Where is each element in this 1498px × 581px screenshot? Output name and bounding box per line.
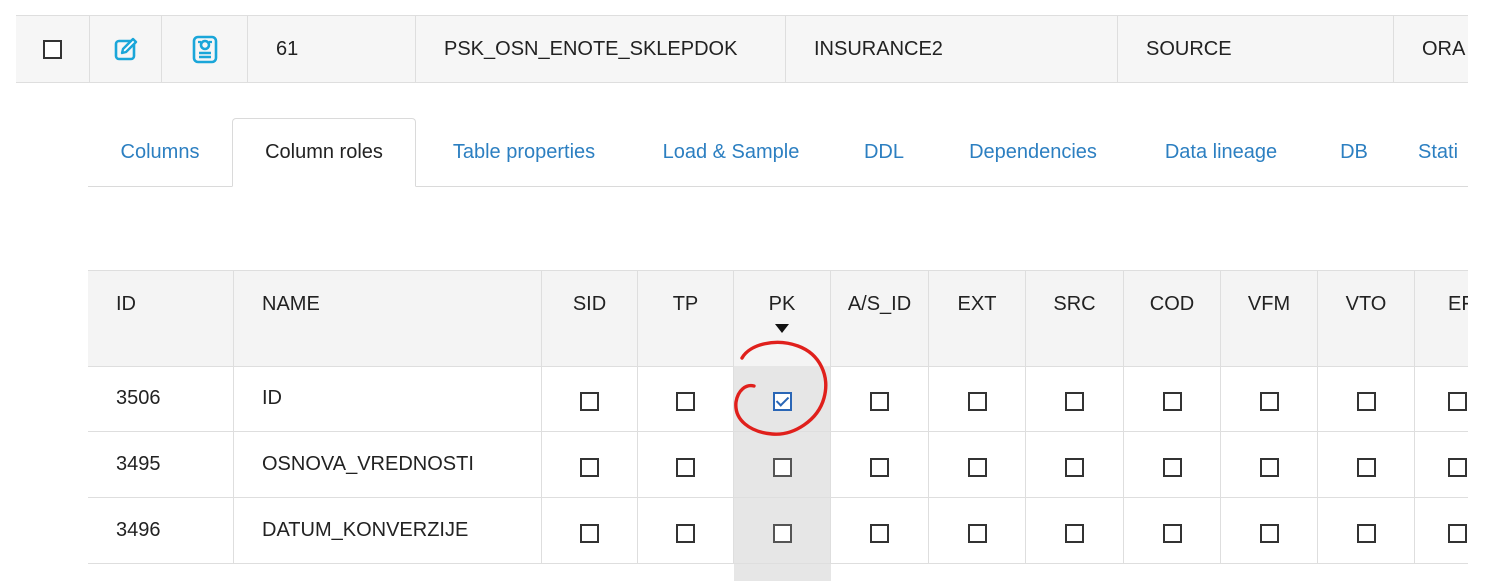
cod-checkbox[interactable] — [1162, 392, 1182, 411]
header-pk[interactable]: PK — [734, 271, 831, 366]
tp-checkbox[interactable] — [676, 392, 695, 411]
table-name: PSK_OSN_ENOTE_SKLEPDOK — [444, 37, 738, 60]
ef-checkbox[interactable] — [1448, 524, 1467, 543]
db-name: ORA — [1422, 37, 1466, 60]
db-cell: ORA — [1394, 16, 1468, 82]
tp-checkbox[interactable] — [676, 524, 695, 543]
as-id-checkbox[interactable] — [870, 458, 889, 477]
pk-checkbox[interactable] — [772, 458, 792, 477]
schema-cell: INSURANCE2 — [786, 16, 1118, 82]
vfm-checkbox[interactable] — [1259, 524, 1279, 543]
table-type: SOURCE — [1146, 37, 1232, 60]
profile-card-icon[interactable] — [190, 34, 220, 64]
row-name: OSNOVA_VREDNOSTI — [234, 432, 542, 497]
table-id: 61 — [276, 37, 299, 60]
ext-checkbox[interactable] — [967, 392, 987, 411]
header-pk-label: PK — [768, 293, 796, 315]
column-roles-grid: ID NAME SID TP PK A/S_ID EXT SRC COD VFM… — [88, 270, 1468, 581]
ext-checkbox[interactable] — [967, 458, 987, 477]
vfm-checkbox[interactable] — [1259, 392, 1279, 411]
ef-checkbox[interactable] — [1448, 392, 1467, 411]
table-row: 3495 OSNOVA_VREDNOSTI — [88, 432, 1468, 498]
schema-name: INSURANCE2 — [814, 37, 943, 60]
header-id[interactable]: ID — [88, 271, 234, 366]
sid-checkbox[interactable] — [580, 524, 599, 543]
tab-column-roles[interactable]: Column roles — [232, 118, 416, 187]
table-list-row[interactable]: 61 PSK_OSN_ENOTE_SKLEPDOK INSURANCE2 SOU… — [16, 15, 1468, 83]
header-vfm[interactable]: VFM — [1221, 271, 1318, 366]
tab-dependencies[interactable]: Dependencies — [952, 118, 1114, 186]
sid-checkbox[interactable] — [580, 392, 599, 411]
row-select-cell[interactable] — [16, 16, 90, 82]
cod-checkbox[interactable] — [1162, 524, 1182, 543]
tab-load-sample[interactable]: Load & Sample — [642, 118, 820, 186]
tab-ddl[interactable]: DDL — [848, 118, 920, 186]
header-vto[interactable]: VTO — [1318, 271, 1415, 366]
table-name-cell: PSK_OSN_ENOTE_SKLEPDOK — [416, 16, 786, 82]
as-id-checkbox[interactable] — [870, 524, 889, 543]
header-tp[interactable]: TP — [638, 271, 734, 366]
sort-desc-icon — [775, 324, 789, 333]
header-sid[interactable]: SID — [542, 271, 638, 366]
header-src[interactable]: SRC — [1026, 271, 1124, 366]
tab-db[interactable]: DB — [1326, 118, 1382, 186]
row-id: 3496 — [88, 498, 234, 563]
header-cod[interactable]: COD — [1124, 271, 1221, 366]
tp-checkbox[interactable] — [676, 458, 695, 477]
as-id-checkbox[interactable] — [870, 392, 889, 411]
vfm-checkbox[interactable] — [1259, 458, 1279, 477]
table-row: 3496 DATUM_KONVERZIJE — [88, 498, 1468, 564]
sid-checkbox[interactable] — [580, 458, 599, 477]
row-name: DATUM_KONVERZIJE — [234, 498, 542, 563]
header-ext[interactable]: EXT — [929, 271, 1026, 366]
vto-checkbox[interactable] — [1356, 458, 1376, 477]
row-select-checkbox[interactable] — [43, 39, 62, 59]
detail-tabs: Columns Column roles Table properties Lo… — [88, 118, 1468, 187]
header-name[interactable]: NAME — [234, 271, 542, 366]
ext-checkbox[interactable] — [967, 524, 987, 543]
tab-data-lineage[interactable]: Data lineage — [1146, 118, 1296, 186]
vto-checkbox[interactable] — [1356, 524, 1376, 543]
tab-columns[interactable]: Columns — [88, 118, 232, 186]
src-checkbox[interactable] — [1065, 524, 1084, 543]
row-id: 3506 — [88, 366, 234, 431]
header-as-id[interactable]: A/S_ID — [831, 271, 929, 366]
tab-table-properties[interactable]: Table properties — [426, 118, 622, 186]
edit-icon[interactable] — [113, 36, 139, 62]
app-stage: 61 PSK_OSN_ENOTE_SKLEPDOK INSURANCE2 SOU… — [0, 0, 1498, 581]
tab-statistics[interactable]: Stati — [1418, 118, 1478, 186]
row-id: 3495 — [88, 432, 234, 497]
table-row: 3506 ID — [88, 366, 1468, 432]
edit-cell[interactable] — [90, 16, 162, 82]
row-name: ID — [234, 366, 542, 431]
pk-checkbox[interactable] — [772, 524, 792, 543]
src-checkbox[interactable] — [1065, 458, 1084, 477]
details-cell[interactable] — [162, 16, 248, 82]
grid-header-row: ID NAME SID TP PK A/S_ID EXT SRC COD VFM… — [88, 270, 1468, 367]
pk-checkbox-checked[interactable] — [772, 392, 792, 411]
ef-checkbox[interactable] — [1448, 458, 1467, 477]
header-ef[interactable]: EF — [1415, 271, 1468, 366]
type-cell: SOURCE — [1118, 16, 1394, 82]
vto-checkbox[interactable] — [1356, 392, 1376, 411]
src-checkbox[interactable] — [1065, 392, 1084, 411]
table-id-cell: 61 — [248, 16, 416, 82]
cod-checkbox[interactable] — [1162, 458, 1182, 477]
